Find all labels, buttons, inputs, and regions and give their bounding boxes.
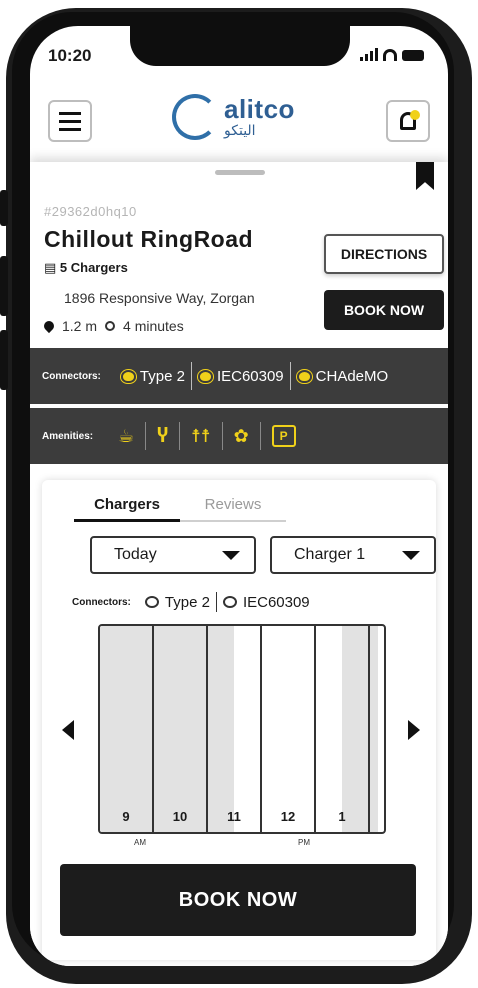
bookmark-icon[interactable] (416, 162, 434, 190)
timeline-end (370, 626, 378, 832)
amenities-label: Amenities: (42, 430, 94, 442)
charger-icon: ▤ (44, 260, 60, 275)
station-name: Chillout RingRoad (44, 226, 254, 252)
chargers-count: ▤ 5 Chargers (44, 260, 128, 276)
slot-label: 1 (338, 809, 346, 824)
charger-connectors: Connectors: Type 2 IEC60309 (72, 592, 310, 612)
parking-icon: P (271, 425, 296, 447)
divider (221, 422, 223, 450)
screen: 10:20 alitco اليتكو #29362d0hq10 Chillou… (30, 26, 448, 966)
chargers-count-label: 5 Chargers (59, 260, 128, 275)
connector-label: Type 2 (164, 593, 210, 611)
timeline-slot[interactable]: 11 (208, 626, 262, 832)
status-icons (360, 48, 424, 61)
day-select-value: Today (114, 546, 157, 563)
volume-down-button (0, 330, 8, 390)
notch (130, 26, 350, 66)
chevron-down-icon (402, 550, 420, 560)
restaurant-icon: Ⴤ (157, 425, 168, 446)
connector-label: IEC60309 (216, 367, 284, 385)
tab-chargers[interactable]: Chargers (74, 496, 180, 522)
clock-icon (105, 321, 116, 331)
logo-text-arabic: اليتكو (224, 122, 256, 138)
station-address: 1896 Responsive Way, Zorgan (64, 290, 255, 306)
divider (215, 592, 217, 612)
slot-label: 10 (172, 809, 188, 824)
hamburger-icon (59, 111, 81, 115)
plug-icon (144, 596, 159, 608)
slot-label: 11 (227, 809, 241, 824)
garden-icon: ✿ (233, 425, 249, 446)
plug-icon (296, 369, 312, 383)
coffee-icon: ☕ (118, 425, 135, 446)
timeline-slot[interactable]: 1 (316, 626, 370, 832)
charger-select-value: Charger 1 (294, 546, 366, 563)
station-id: #29362d0hq10 (44, 204, 137, 219)
plug-icon (222, 596, 237, 608)
pm-label: PM (298, 838, 310, 847)
divider (178, 422, 180, 450)
slot-label: 9 (122, 809, 130, 824)
availability-timeline: 9 10 11 12 1 (98, 624, 386, 834)
location-pin-icon (41, 318, 57, 334)
logo-ring-icon (172, 94, 218, 140)
battery-icon (402, 50, 424, 61)
station-distance: 1.2 m 4 minutes (41, 318, 184, 334)
charger-select[interactable]: Charger 1 (270, 536, 436, 574)
book-now-button-top[interactable]: BOOK NOW (324, 290, 444, 330)
day-select[interactable]: Today (90, 536, 256, 574)
previous-arrow-icon[interactable] (62, 720, 74, 740)
tab-reviews[interactable]: Reviews (180, 496, 286, 522)
side-button (0, 190, 8, 226)
divider (145, 422, 147, 450)
notification-dot (410, 110, 420, 120)
amenities-bar: Amenities: ☕ Ⴤ ☨☨ ✿ P (30, 408, 448, 464)
distance-value: 1.2 m (62, 318, 98, 334)
tab-bar: Chargers Reviews (74, 496, 286, 522)
connector-iec60309: IEC60309 (192, 368, 290, 385)
plug-icon (120, 369, 136, 383)
am-label: AM (134, 838, 146, 847)
connectors-bar: Connectors: Type 2 IEC60309 CHAdeMO (30, 348, 448, 404)
connector-label: CHAdeMO (315, 367, 389, 385)
next-arrow-icon[interactable] (408, 720, 420, 740)
sheet-drag-handle[interactable] (215, 170, 265, 175)
connector-label: IEC60309 (242, 593, 310, 611)
volume-up-button (0, 256, 8, 316)
restroom-icon: ☨☨ (190, 425, 211, 446)
station-sheet: #29362d0hq10 Chillout RingRoad ▤ 5 Charg… (30, 162, 448, 966)
menu-button[interactable] (48, 100, 92, 142)
status-time: 10:20 (48, 46, 92, 65)
divider (259, 422, 261, 450)
connector-label: Type 2 (139, 367, 185, 385)
connectors-label: Connectors: (42, 370, 101, 382)
slot-label: 12 (280, 809, 296, 824)
directions-button[interactable]: DIRECTIONS (324, 234, 444, 274)
app-header: alitco اليتكو (30, 82, 448, 162)
connector-chademo: CHAdeMO (291, 368, 395, 385)
timeline-slot[interactable]: 12 (262, 626, 316, 832)
timeline-slot[interactable]: 10 (154, 626, 208, 832)
alitco-logo: alitco اليتكو (172, 94, 295, 140)
notifications-button[interactable] (386, 100, 430, 142)
chevron-down-icon (222, 550, 240, 560)
timeline-slot[interactable]: 9 (100, 626, 154, 832)
book-now-button[interactable]: BOOK NOW (60, 864, 416, 936)
wifi-icon (383, 49, 397, 61)
chargers-card: Chargers Reviews Today Charger 1 Connect… (42, 480, 436, 960)
eta-value: 4 minutes (123, 318, 184, 334)
plug-icon (197, 369, 213, 383)
signal-icon (360, 48, 378, 61)
connectors-label: Connectors: (72, 596, 131, 608)
connector-type2: Type 2 (115, 368, 191, 385)
logo-text: alitco (224, 94, 295, 124)
